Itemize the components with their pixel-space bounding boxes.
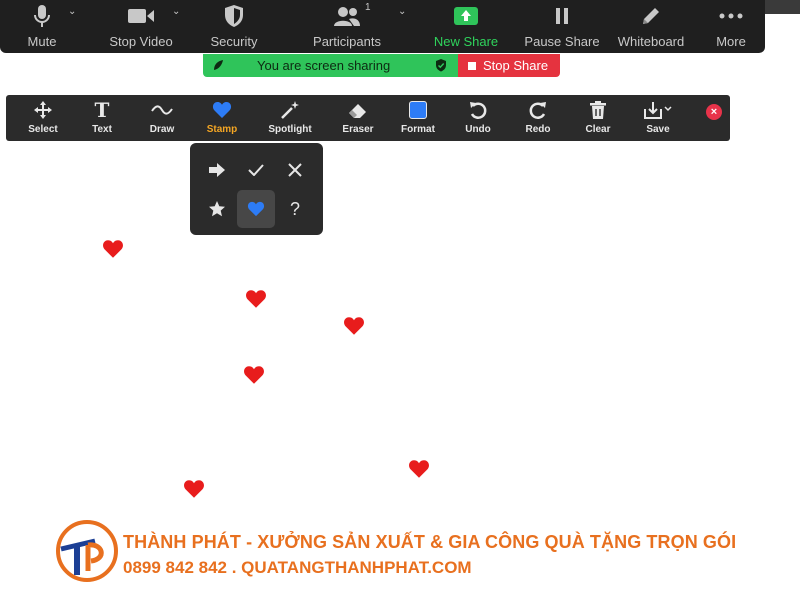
tool-select-label: Select [28, 124, 58, 135]
tool-draw-label: Draw [149, 124, 175, 135]
tool-format-label: Format [401, 124, 435, 135]
tool-text[interactable]: T Text [72, 98, 132, 139]
stamp-heart-icon[interactable] [237, 190, 275, 228]
participants-label: Participants [313, 34, 381, 49]
tool-undo[interactable]: Undo [448, 99, 508, 139]
stamp-check-icon[interactable] [237, 151, 275, 189]
trash-icon [589, 99, 607, 121]
sharing-status: You are screen sharing [203, 54, 458, 77]
tool-stamp-label: Stamp [206, 124, 238, 135]
stop-share-label: Stop Share [483, 58, 549, 73]
heart-stamp-mark [103, 240, 123, 258]
tool-redo-label: Redo [525, 124, 551, 135]
pause-icon [553, 0, 571, 32]
eraser-icon [347, 99, 369, 121]
screen-share-banner: You are screen sharing Stop Share [203, 54, 560, 77]
window-edge [765, 0, 800, 14]
stop-share-button[interactable]: Stop Share [458, 54, 560, 77]
tool-draw[interactable]: Draw [132, 99, 192, 139]
stamp-question-icon[interactable]: ? [276, 190, 314, 228]
whiteboard-button[interactable]: Whiteboard [615, 0, 687, 53]
pencil-icon [640, 0, 662, 32]
mute-label: Mute [27, 34, 57, 49]
tool-format[interactable]: Format [388, 99, 448, 139]
participants-button[interactable]: Participants [310, 0, 384, 53]
share-screen-icon [453, 0, 479, 32]
move-arrows-icon [33, 99, 53, 121]
sharing-status-text: You are screen sharing [257, 58, 391, 73]
meeting-toolbar: Mute ⌄ Stop Video ⌄ Security Participant… [0, 0, 765, 53]
magic-wand-icon [279, 99, 301, 121]
text-icon: T [94, 98, 110, 122]
participants-caret-icon[interactable]: ⌄ [398, 6, 406, 17]
stamp-x-icon[interactable] [276, 151, 314, 189]
stop-video-label: Stop Video [109, 34, 173, 49]
tool-redo[interactable]: Redo [508, 99, 568, 139]
text-icon-glyph: T [94, 98, 110, 122]
watermark-line2: 0899 842 842 . QUATANGTHANHPHAT.COM [123, 558, 472, 577]
squiggle-icon [151, 99, 173, 121]
redo-icon [528, 99, 548, 121]
color-swatch-icon [409, 99, 427, 121]
watermark-line1: THÀNH PHÁT - XƯỞNG SẢN XUẤT & GIA CÔNG Q… [123, 532, 737, 552]
shield-icon [223, 0, 245, 32]
video-options-caret-icon[interactable]: ⌄ [172, 6, 180, 17]
stop-square-icon [468, 61, 476, 70]
stamp-arrow-icon[interactable] [198, 151, 236, 189]
security-label: Security [210, 34, 258, 49]
participants-icon [333, 0, 361, 32]
tool-eraser-label: Eraser [342, 124, 374, 135]
leaf-icon [214, 60, 223, 70]
tool-clear-label: Clear [585, 124, 611, 135]
pause-share-label: Pause Share [524, 34, 600, 49]
tool-spotlight[interactable]: Spotlight [260, 99, 320, 139]
stamp-star-icon[interactable] [198, 190, 236, 228]
new-share-label: New Share [433, 34, 499, 49]
tool-clear[interactable]: Clear [568, 99, 628, 139]
audio-options-caret-icon[interactable]: ⌄ [68, 6, 76, 17]
tool-undo-label: Undo [465, 124, 491, 135]
heart-stamp-mark [409, 460, 429, 478]
security-button[interactable]: Security [208, 0, 260, 53]
mute-button[interactable]: Mute [22, 0, 62, 53]
more-dots-icon [719, 0, 743, 32]
more-label: More [716, 34, 746, 49]
heart-stamp-mark [246, 290, 266, 308]
annotation-toolbar: Select T Text Draw Stamp Spotlight Erase… [6, 95, 730, 141]
more-button[interactable]: More [713, 0, 749, 53]
video-camera-icon [127, 0, 155, 32]
download-icon [643, 99, 673, 121]
heart-stamp-mark [244, 366, 264, 384]
undo-icon [468, 99, 488, 121]
tool-stamp[interactable]: Stamp [192, 99, 252, 139]
microphone-icon [34, 0, 50, 32]
heart-stamp-mark [184, 480, 204, 498]
close-annotation-icon[interactable]: × [706, 104, 722, 120]
watermark-logo [56, 520, 118, 582]
tool-save[interactable]: Save [628, 99, 688, 139]
tool-save-label: Save [646, 124, 670, 135]
stop-video-button[interactable]: Stop Video [106, 0, 176, 53]
tool-text-label: Text [92, 124, 112, 135]
stamp-question-glyph: ? [289, 198, 300, 219]
heart-stamp-icon [212, 99, 232, 121]
stamp-popup: ? [190, 143, 323, 235]
shield-check-icon [436, 59, 446, 72]
tool-spotlight-label: Spotlight [268, 124, 312, 135]
new-share-button[interactable]: New Share [432, 0, 500, 53]
tool-eraser[interactable]: Eraser [328, 99, 388, 139]
tool-select[interactable]: Select [13, 99, 73, 139]
pause-share-button[interactable]: Pause Share [524, 0, 600, 53]
participants-count: 1 [365, 2, 371, 13]
whiteboard-label: Whiteboard [617, 34, 685, 49]
heart-stamp-mark [344, 317, 364, 335]
